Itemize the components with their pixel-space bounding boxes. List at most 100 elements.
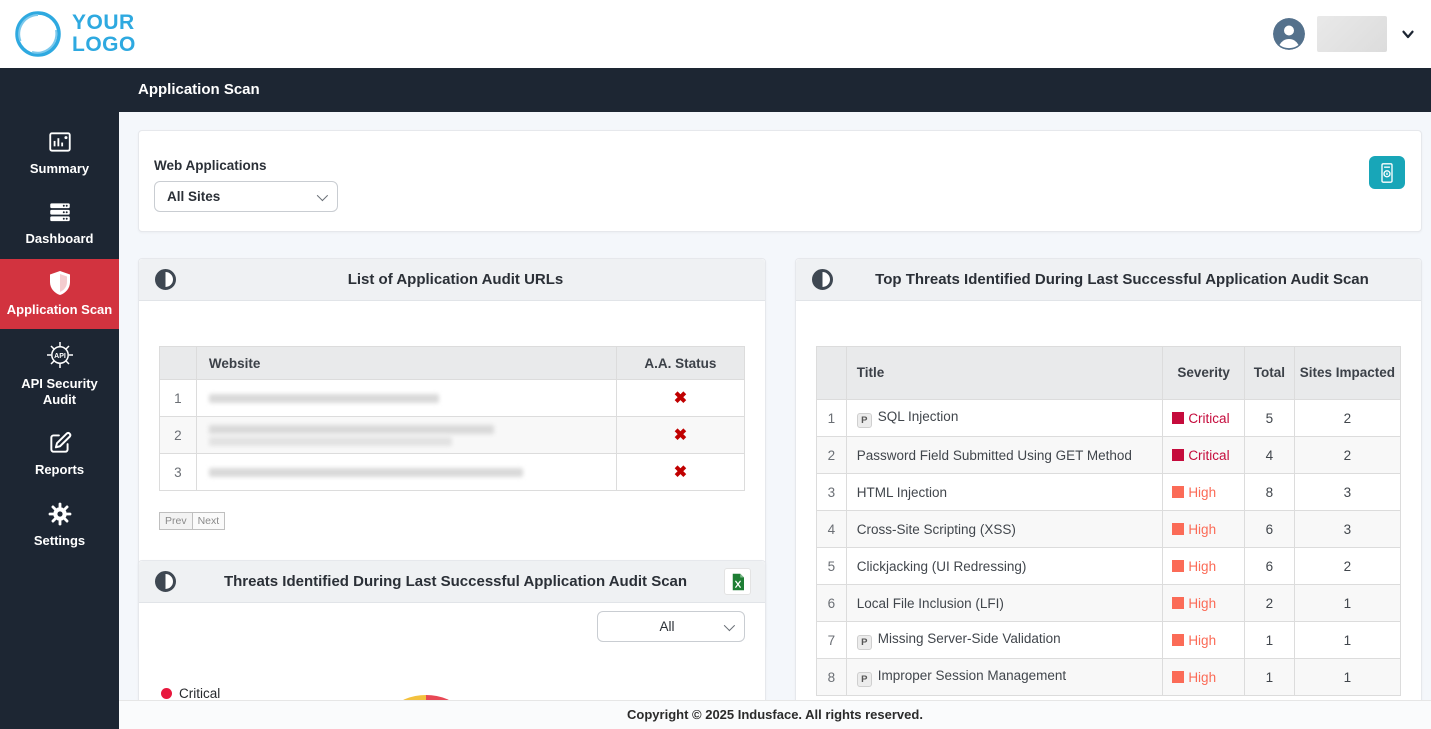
- threat-total: 2: [1244, 584, 1295, 622]
- logo-circle-icon: [15, 11, 61, 57]
- column-header-severity: Severity: [1162, 346, 1246, 400]
- copyright-text: Copyright © 2025 Indusface. All rights r…: [627, 707, 923, 722]
- threat-severity-cell: Critical: [1162, 436, 1246, 474]
- threat-title-cell: HTML Injection: [845, 473, 1164, 511]
- sidebar-item-label: API Security Audit: [21, 375, 98, 407]
- site-select-dropdown[interactable]: All Sites: [154, 181, 338, 212]
- premium-badge: P: [856, 412, 872, 428]
- sidebar-item-api-security-audit[interactable]: API API Security Audit: [0, 329, 119, 420]
- top-threats-panel-title: Top Threats Identified During Last Succe…: [875, 271, 1369, 288]
- severity-label: High: [1188, 484, 1217, 500]
- table-row: 1 ✖: [159, 379, 746, 417]
- threat-table-row[interactable]: 6 Local File Inclusion (LFI) High 2 1: [816, 584, 1402, 622]
- threat-table-row[interactable]: 5 Clickjacking (UI Redressing) High 6 2: [816, 547, 1402, 585]
- threat-table-row[interactable]: 8 P Improper Session Management High 1 1: [816, 658, 1402, 696]
- summary-icon: [4, 129, 115, 155]
- threat-rank: 1: [816, 399, 847, 437]
- threat-table-row[interactable]: 3 HTML Injection High 8 3: [816, 473, 1402, 511]
- sidebar-item-dashboard[interactable]: Dashboard: [0, 188, 119, 258]
- sidebar-item-label: Summary: [29, 161, 90, 176]
- website-url-redacted: [195, 416, 617, 454]
- threat-severity-cell: Critical: [1162, 399, 1246, 437]
- status-failed-icon: ✖: [615, 416, 746, 454]
- severity-square-icon: [1172, 670, 1185, 683]
- export-excel-button[interactable]: [724, 568, 751, 595]
- threat-rank: 6: [816, 584, 847, 622]
- severity-square-icon: [1172, 448, 1185, 461]
- svg-text:API: API: [54, 353, 66, 360]
- severity-label: High: [1188, 669, 1217, 685]
- severity-label: Critical: [1188, 410, 1230, 426]
- half-circle-icon: [155, 571, 176, 592]
- row-index: 1: [159, 379, 197, 417]
- threat-title: Password Field Submitted Using GET Metho…: [856, 447, 1132, 463]
- threat-total: 6: [1244, 510, 1295, 548]
- half-circle-icon: [812, 269, 833, 290]
- page-title: Application Scan: [138, 81, 260, 98]
- threat-total: 1: [1244, 658, 1295, 696]
- gear-icon: [4, 501, 115, 527]
- threat-total: 5: [1244, 399, 1295, 437]
- severity-square-icon: [1172, 596, 1185, 609]
- sidebar-item-label: Reports: [34, 462, 85, 478]
- footer: Copyright © 2025 Indusface. All rights r…: [119, 700, 1431, 729]
- threat-severity-cell: High: [1162, 510, 1246, 548]
- row-index: 2: [159, 416, 197, 454]
- top-header: YOUR LOGO: [0, 0, 1431, 68]
- threat-sites-impacted: 3: [1293, 473, 1402, 511]
- sidebar-item-summary[interactable]: Summary: [0, 118, 119, 188]
- status-failed-icon: ✖: [615, 379, 746, 417]
- column-header-website: Website: [195, 346, 617, 380]
- severity-label: Critical: [1188, 447, 1230, 463]
- threat-severity-cell: High: [1162, 547, 1246, 585]
- threat-title-cell: P Improper Session Management: [845, 658, 1164, 696]
- sidebar-item-application-scan[interactable]: Application Scan: [0, 258, 119, 329]
- next-page-button[interactable]: Next: [191, 512, 226, 530]
- threat-sites-impacted: 2: [1293, 547, 1402, 585]
- table-row: 3 ✖: [159, 453, 746, 491]
- website-url-redacted: [195, 379, 617, 417]
- audit-urls-panel-header: List of Application Audit URLs: [139, 259, 765, 301]
- threat-title: HTML Injection: [856, 484, 948, 500]
- top-threats-panel: Top Threats Identified During Last Succe…: [795, 258, 1422, 729]
- top-threats-table-wrap: Title Severity Total Sites Impacted 1 PS…: [796, 301, 1421, 696]
- threat-table-row[interactable]: 2 Password Field Submitted Using GET Met…: [816, 436, 1402, 474]
- threat-sites-impacted: 3: [1293, 510, 1402, 548]
- threat-table-row[interactable]: 7 P Missing Server-Side Validation High 1…: [816, 621, 1402, 659]
- column-header-title: Title: [845, 346, 1164, 400]
- edit-icon: [4, 430, 115, 456]
- chevron-down-icon[interactable]: [1399, 25, 1417, 43]
- threat-sites-impacted: 2: [1293, 399, 1402, 437]
- top-threats-table: Title Severity Total Sites Impacted 1 PS…: [816, 346, 1402, 696]
- user-menu[interactable]: [1273, 16, 1417, 52]
- threat-severity-cell: High: [1162, 584, 1246, 622]
- column-header-aa-status: A.A. Status: [615, 346, 746, 380]
- legend-item-critical: Critical: [161, 686, 220, 701]
- report-document-icon: [1381, 162, 1393, 183]
- threat-severity-cell: High: [1162, 473, 1246, 511]
- column-header-sites-impacted: Sites Impacted: [1293, 346, 1402, 400]
- user-avatar-icon: [1273, 18, 1305, 50]
- threat-sites-impacted: 1: [1293, 658, 1402, 696]
- brand-logo[interactable]: YOUR LOGO: [12, 8, 136, 60]
- scan-report-button[interactable]: [1369, 156, 1405, 189]
- severity-square-icon: [1172, 522, 1185, 535]
- prev-page-button[interactable]: Prev: [159, 512, 193, 530]
- threat-title-cell: Password Field Submitted Using GET Metho…: [845, 436, 1164, 474]
- chart-filter-dropdown[interactable]: All: [597, 611, 745, 642]
- threat-severity-cell: High: [1162, 658, 1246, 696]
- threat-title-cell: Clickjacking (UI Redressing): [845, 547, 1164, 585]
- shield-icon: [4, 270, 115, 296]
- threat-rank: 2: [816, 436, 847, 474]
- dashboard-icon: [4, 199, 115, 225]
- legend-label: Critical: [179, 686, 221, 701]
- threat-table-row[interactable]: 1 P SQL Injection Critical 5 2: [816, 399, 1402, 437]
- threat-title: Cross-Site Scripting (XSS): [856, 521, 1016, 537]
- threat-rank: 4: [816, 510, 847, 548]
- column-header-total: Total: [1244, 346, 1295, 400]
- audit-urls-panel-title: List of Application Audit URLs: [347, 271, 564, 288]
- sidebar-item-reports[interactable]: Reports: [0, 419, 119, 489]
- threat-rank: 5: [816, 547, 847, 585]
- threat-table-row[interactable]: 4 Cross-Site Scripting (XSS) High 6 3: [816, 510, 1402, 548]
- sidebar-item-settings[interactable]: Settings: [0, 490, 119, 560]
